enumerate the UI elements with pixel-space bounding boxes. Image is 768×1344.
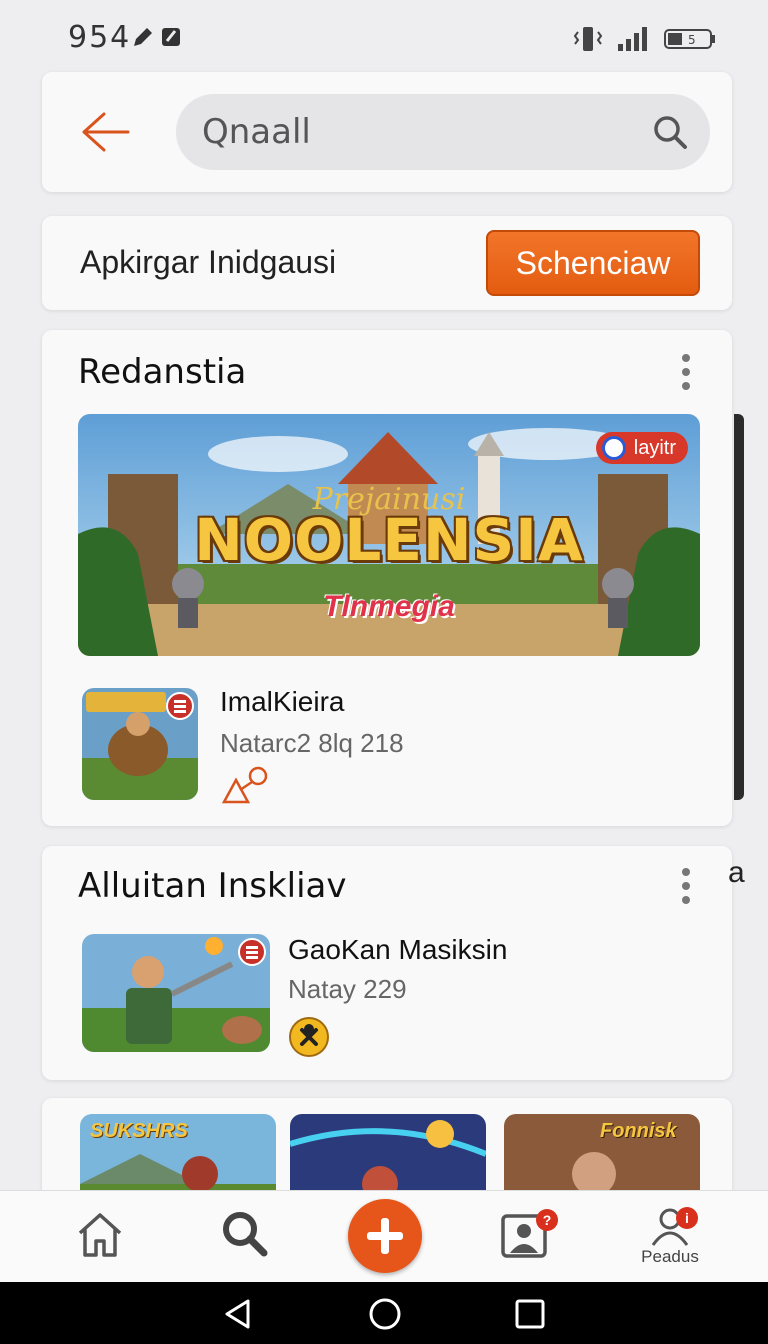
home-icon: [78, 1213, 122, 1257]
badge-logo-icon: [601, 436, 626, 460]
notification-badge: ?: [536, 1209, 558, 1231]
thumbnail-title: SUKSHRS: [90, 1120, 188, 1142]
back-arrow-icon[interactable]: [78, 108, 132, 156]
section-card: Alluitan Inskliav GaoKan Masiksin Natay …: [42, 846, 732, 1080]
bottom-navigation: ? i Peadus: [0, 1190, 768, 1282]
search-input[interactable]: Qnaall: [176, 94, 710, 170]
featured-banner[interactable]: layitr Prejainusi NOOLENSIA Tlnmegia: [78, 414, 700, 656]
status-time: 954: [68, 20, 132, 55]
signal-icon: [618, 27, 647, 51]
system-navigation-bar: [0, 1282, 768, 1344]
edit-icon: [134, 28, 152, 46]
add-icon[interactable]: [348, 1199, 422, 1273]
thumbnail-title: Fonnisk: [600, 1120, 677, 1142]
promo-banner: Apkirgar Inidgausi Schenciaw: [42, 216, 732, 310]
app-name: GaoKan Masiksin: [288, 934, 508, 965]
more-options-icon[interactable]: [680, 868, 692, 908]
notification-badge: i: [676, 1207, 698, 1229]
banner-badge-label: layitr: [633, 437, 676, 459]
app-meta: Natarc2 8lq 218: [220, 728, 404, 758]
more-options-icon[interactable]: [680, 354, 692, 394]
vibrate-icon: [574, 27, 602, 51]
menu-badge-icon: [166, 692, 194, 720]
search-query: Qnaall: [202, 112, 311, 152]
svg-text:5: 5: [688, 33, 696, 47]
promo-text: Apkirgar Inidgausi: [80, 244, 337, 280]
banner-badge: layitr: [595, 432, 688, 464]
nav-label: Peadus: [641, 1247, 699, 1266]
app-icon[interactable]: [82, 688, 198, 800]
checkbox-icon: [162, 28, 180, 46]
home-circle-icon[interactable]: [368, 1297, 402, 1331]
app-meta: Natay 229: [288, 974, 407, 1004]
banner-tagline: Tlnmegia: [323, 590, 455, 623]
menu-badge-icon: [238, 938, 266, 966]
search-icon[interactable]: [652, 114, 688, 150]
achievement-icon: [289, 1017, 329, 1057]
nav-home[interactable]: [50, 1191, 150, 1283]
nav-people[interactable]: i Peadus: [620, 1191, 720, 1283]
back-triangle-icon[interactable]: [222, 1298, 254, 1330]
section-title: Alluitan Inskliav: [78, 866, 347, 906]
nav-profile-card[interactable]: ?: [474, 1191, 574, 1283]
status-bar: 954 5: [0, 0, 768, 72]
peek-text: a: [728, 856, 745, 889]
nav-search[interactable]: [194, 1191, 294, 1283]
section-title: Redanstia: [78, 352, 247, 392]
banner-title: NOOLENSIA: [194, 506, 584, 574]
carousel-peek[interactable]: [734, 414, 744, 800]
battery-icon: 5: [664, 29, 715, 49]
recents-square-icon[interactable]: [514, 1298, 546, 1330]
app-name: ImalKieira: [220, 686, 345, 717]
promo-button[interactable]: Schenciaw: [486, 230, 700, 296]
search-header: Qnaall: [42, 72, 732, 192]
player-icon: [221, 766, 268, 804]
app-icon[interactable]: [82, 934, 270, 1052]
search-icon: [223, 1212, 268, 1257]
section-card: Redanstia layitr Prejainusi NOOLENSIA Tl…: [42, 330, 732, 826]
